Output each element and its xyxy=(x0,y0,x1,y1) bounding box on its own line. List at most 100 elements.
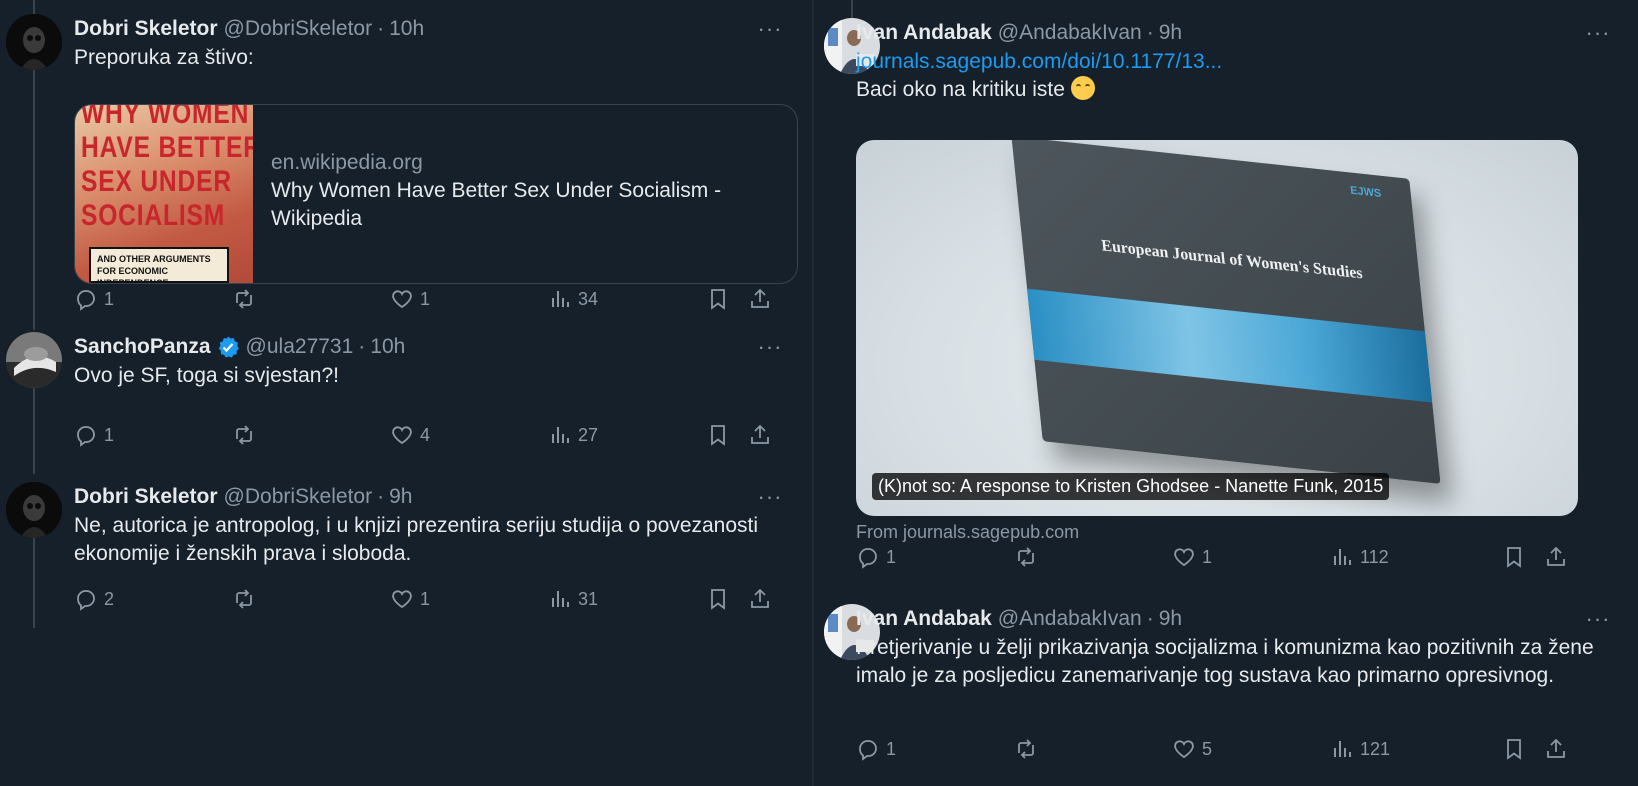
views-icon xyxy=(1334,741,1351,757)
author-name[interactable]: SanchoPanza xyxy=(74,335,211,359)
share-button[interactable] xyxy=(748,587,778,611)
like-icon xyxy=(1174,740,1194,759)
views-icon xyxy=(1334,549,1351,565)
tweet-text: Ne, autorica je antropolog, i u knjizi p… xyxy=(74,514,759,565)
reply-button[interactable]: 2 xyxy=(74,587,232,611)
repost-icon xyxy=(236,589,252,609)
views-count: 121 xyxy=(1360,738,1391,759)
share-icon xyxy=(1547,546,1565,566)
reply-icon xyxy=(859,548,877,569)
tweet-link[interactable]: journals.sagepub.com/doi/10.1177/13... xyxy=(856,48,1618,76)
reply-button[interactable]: 1 xyxy=(856,545,1014,569)
repost-button[interactable] xyxy=(232,287,390,311)
share-button[interactable] xyxy=(748,423,778,447)
timestamp[interactable]: 10h xyxy=(389,17,424,41)
card-title: Why Women Have Better Sex Under Socialis… xyxy=(271,179,722,230)
reply-count: 1 xyxy=(104,424,115,445)
more-icon[interactable]: ··· xyxy=(750,14,790,44)
cover-line: WHY WOMEN xyxy=(81,105,250,130)
more-icon[interactable]: ··· xyxy=(750,482,790,512)
more-icon[interactable]: ··· xyxy=(1578,604,1618,634)
tweet-actions: 1 4 27 xyxy=(74,418,800,452)
author-handle[interactable]: @AndabakIvan xyxy=(998,607,1142,631)
repost-button[interactable] xyxy=(232,423,390,447)
views-count: 112 xyxy=(1360,546,1389,567)
views-count: 27 xyxy=(578,424,599,445)
separator: · xyxy=(377,17,385,40)
author-name[interactable]: Ivan Andabak xyxy=(856,21,992,45)
avatar[interactable] xyxy=(6,332,62,388)
thread-line xyxy=(33,530,35,628)
bookmark-button[interactable] xyxy=(706,587,748,611)
avatar[interactable] xyxy=(6,482,62,538)
reply-button[interactable]: 1 xyxy=(74,423,232,447)
like-button[interactable]: 1 xyxy=(390,287,548,311)
bookmark-button[interactable] xyxy=(1502,545,1544,569)
like-count: 5 xyxy=(1202,738,1213,759)
tweet-actions: 1 1 34 xyxy=(74,282,800,316)
smiling-face-icon xyxy=(1070,76,1095,100)
tweet-actions: 1 5 121 xyxy=(856,732,1638,766)
author-name[interactable]: Ivan Andabak xyxy=(856,607,992,631)
bookmark-icon xyxy=(711,589,725,610)
reply-icon xyxy=(77,590,95,611)
like-button[interactable]: 1 xyxy=(1172,545,1330,569)
share-icon xyxy=(751,288,769,308)
repost-button[interactable] xyxy=(1014,545,1172,569)
tweet-actions: 2 1 31 xyxy=(74,582,800,616)
bookmark-button[interactable] xyxy=(1502,737,1544,761)
reply-icon xyxy=(77,426,95,447)
reply-icon xyxy=(77,290,95,311)
views-button[interactable]: 112 xyxy=(1330,545,1502,569)
bookmark-button[interactable] xyxy=(706,287,748,311)
views-button[interactable]: 27 xyxy=(548,423,706,447)
like-button[interactable]: 4 xyxy=(390,423,548,447)
reply-count: 1 xyxy=(886,738,897,759)
like-button[interactable]: 1 xyxy=(390,587,548,611)
share-button[interactable] xyxy=(1544,545,1574,569)
views-button[interactable]: 31 xyxy=(548,587,706,611)
like-button[interactable]: 5 xyxy=(1172,737,1330,761)
bookmark-icon xyxy=(711,289,725,310)
reply-button[interactable]: 1 xyxy=(74,287,232,311)
timestamp[interactable]: 10h xyxy=(370,335,405,359)
author-handle[interactable]: @DobriSkeletor xyxy=(224,17,373,41)
author-handle[interactable]: @DobriSkeletor xyxy=(224,485,373,509)
timestamp[interactable]: 9h xyxy=(1159,21,1182,45)
author-name[interactable]: Dobri Skeletor xyxy=(74,485,218,509)
link-preview-image[interactable]: EJWS European Journal of Women's Studies… xyxy=(856,140,1578,516)
thread-line xyxy=(33,68,35,330)
reply-icon xyxy=(859,740,877,761)
share-button[interactable] xyxy=(1544,737,1574,761)
reply-count: 1 xyxy=(104,288,115,309)
avatar[interactable] xyxy=(6,14,62,70)
share-icon xyxy=(751,424,769,444)
author-handle[interactable]: @ula27731 xyxy=(246,335,354,359)
more-icon[interactable]: ··· xyxy=(1578,18,1618,48)
bookmark-button[interactable] xyxy=(706,423,748,447)
share-button[interactable] xyxy=(748,287,778,311)
link-card[interactable]: WHY WOMEN HAVE BETTER SEX UNDER SOCIALIS… xyxy=(74,104,798,284)
author-handle[interactable]: @AndabakIvan xyxy=(998,21,1142,45)
like-count: 1 xyxy=(420,588,431,609)
column-divider xyxy=(812,0,814,786)
like-count: 1 xyxy=(1202,546,1213,567)
thread-line xyxy=(33,386,35,474)
cover-line: SEX UNDER xyxy=(81,165,232,198)
views-icon xyxy=(552,291,569,307)
thread-line xyxy=(851,0,853,18)
author-name[interactable]: Dobri Skeletor xyxy=(74,17,218,41)
reply-button[interactable]: 1 xyxy=(856,737,1014,761)
repost-button[interactable] xyxy=(232,587,390,611)
more-icon[interactable]: ··· xyxy=(750,332,790,362)
repost-button[interactable] xyxy=(1014,737,1172,761)
cover-subtitle: AND OTHER ARGUMENTS FOR ECONOMIC INDEPEN… xyxy=(89,247,229,283)
like-icon xyxy=(392,426,412,445)
book-cover-image: WHY WOMEN HAVE BETTER SEX UNDER SOCIALIS… xyxy=(75,105,253,283)
timestamp[interactable]: 9h xyxy=(389,485,412,509)
timestamp[interactable]: 9h xyxy=(1159,607,1182,631)
share-icon xyxy=(1547,738,1565,758)
views-button[interactable]: 34 xyxy=(548,287,706,311)
journal-cover-image: EJWS European Journal of Women's Studies xyxy=(1011,140,1441,484)
views-button[interactable]: 121 xyxy=(1330,737,1502,761)
